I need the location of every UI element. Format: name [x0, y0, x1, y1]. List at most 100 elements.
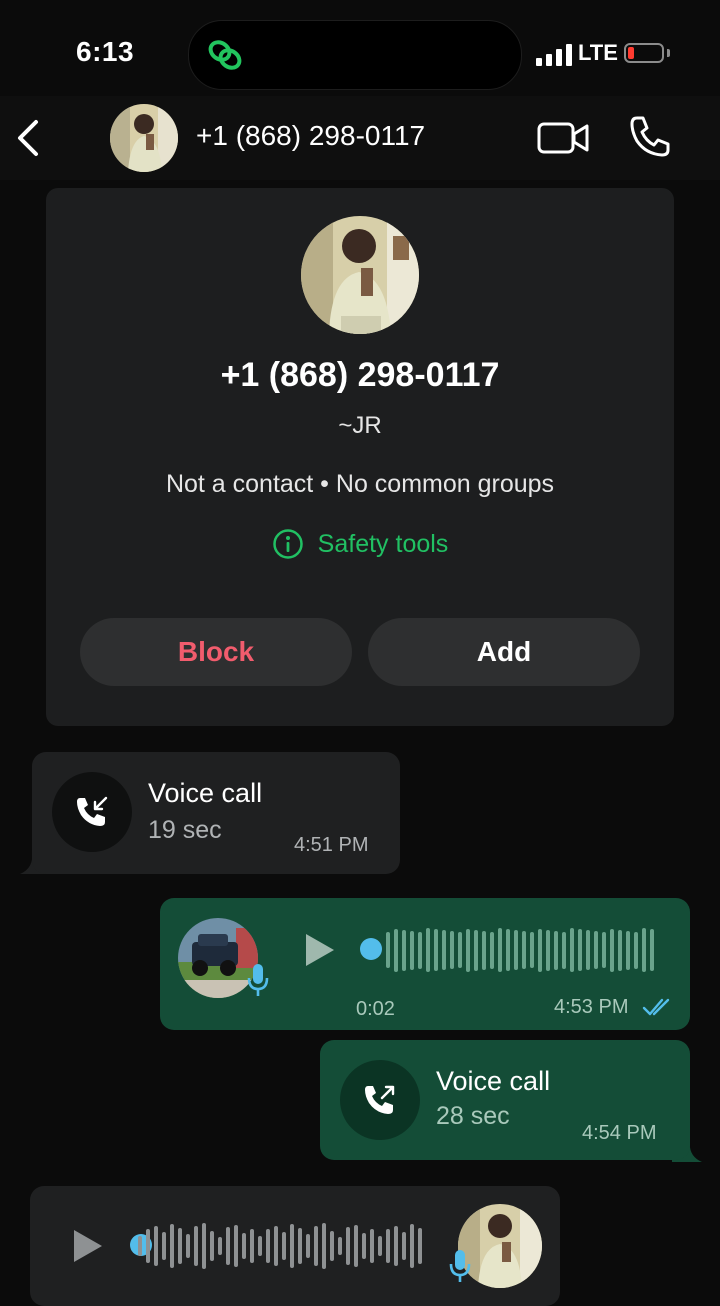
block-button[interactable]: Block — [80, 618, 352, 686]
waveform-bar — [602, 932, 606, 968]
waveform-bar — [274, 1226, 278, 1266]
voice-waveform[interactable] — [138, 1222, 422, 1270]
call-title: Voice call — [148, 778, 263, 808]
waveform-bar — [386, 1229, 390, 1263]
voice-duration: 0:02 — [356, 998, 395, 1020]
waveform-bar — [538, 928, 542, 972]
waveform-bar — [402, 929, 406, 971]
profile-phone: +1 (868) 298-0117 — [220, 356, 500, 394]
call-icon-circle — [340, 1060, 420, 1140]
waveform-bar — [386, 932, 390, 968]
waveform-bar — [242, 1233, 246, 1259]
safety-tools-link[interactable]: Safety tools — [46, 528, 674, 567]
waveform-bar — [338, 1237, 342, 1255]
waveform-bar — [314, 1226, 318, 1266]
message-time: 4:53 PM — [554, 996, 629, 1018]
incoming-call-icon — [77, 796, 108, 826]
waveform-bar — [138, 1236, 142, 1256]
signal-icon — [536, 44, 572, 66]
waveform-bar — [490, 931, 494, 969]
message-time: 4:54 PM — [582, 1122, 657, 1144]
waveform-bar — [186, 1234, 190, 1258]
waveform-bar — [402, 1232, 406, 1260]
waveform-bar — [410, 1224, 414, 1268]
waveform-bar — [650, 929, 654, 971]
waveform-bar — [618, 929, 622, 971]
waveform-bar — [170, 1224, 174, 1268]
waveform-bar — [506, 929, 510, 971]
waveform-bar — [570, 928, 574, 972]
waveform-bar — [626, 930, 630, 970]
waveform-bar — [258, 1236, 262, 1256]
waveform-bar — [586, 930, 590, 970]
waveform-bar — [554, 930, 558, 970]
waveform-bar — [394, 1226, 398, 1266]
waveform-bar — [154, 1226, 158, 1266]
waveform-bar — [450, 931, 454, 969]
waveform-bar — [610, 928, 614, 972]
microphone-icon — [449, 1250, 471, 1282]
waveform-bar — [210, 1231, 214, 1261]
play-icon[interactable] — [72, 1228, 104, 1264]
waveform-bar — [562, 931, 566, 969]
waveform-bar — [442, 930, 446, 970]
waveform-bar — [266, 1229, 270, 1263]
chevron-left-icon[interactable] — [14, 118, 44, 158]
dynamic-island — [188, 20, 522, 90]
profile-name: ~JR — [338, 412, 382, 439]
waveform-bar — [514, 930, 518, 970]
voice-message-outgoing[interactable]: 0:02 4:53 PM — [160, 898, 690, 1030]
chat-title[interactable]: +1 (868) 298-0117 — [196, 120, 425, 152]
voice-waveform[interactable] — [386, 926, 654, 974]
waveform-bar — [434, 929, 438, 971]
call-icon-circle — [52, 772, 132, 852]
waveform-bar — [218, 1237, 222, 1255]
info-icon — [272, 529, 303, 559]
waveform-bar — [202, 1223, 206, 1269]
voice-message-incoming[interactable] — [30, 1186, 560, 1306]
message-time: 4:51 PM — [294, 834, 369, 856]
add-contact-button[interactable]: Add — [368, 618, 640, 686]
waveform-bar — [482, 930, 486, 970]
waveform-bar — [578, 929, 582, 971]
play-icon[interactable] — [304, 932, 336, 968]
waveform-bar — [234, 1225, 238, 1267]
waveform-bar — [330, 1231, 334, 1261]
waveform-bar — [426, 928, 430, 972]
waveform-bar — [522, 931, 526, 969]
waveform-bar — [378, 1236, 382, 1256]
call-message-outgoing[interactable]: Voice call 28 sec 4:54 PM — [320, 1040, 690, 1160]
outgoing-call-icon — [365, 1085, 395, 1114]
waveform-bar — [362, 1233, 366, 1259]
waveform-bar — [162, 1232, 166, 1260]
waveform-bar — [546, 929, 550, 971]
waveform-bar — [146, 1229, 150, 1263]
waveform-bar — [178, 1228, 182, 1264]
battery-icon — [624, 43, 664, 63]
video-camera-icon[interactable] — [536, 118, 590, 158]
waveform-bar — [634, 931, 638, 969]
playback-position-dot[interactable] — [360, 938, 382, 960]
call-title: Voice call — [436, 1066, 551, 1096]
waveform-bar — [530, 932, 534, 968]
waveform-bar — [298, 1228, 302, 1264]
contact-avatar[interactable] — [110, 104, 178, 172]
phone-icon[interactable] — [628, 114, 672, 158]
waveform-bar — [394, 928, 398, 972]
call-message-incoming[interactable]: Voice call 19 sec 4:51 PM — [32, 752, 400, 874]
link-rings-icon — [208, 40, 242, 70]
waveform-bar — [498, 928, 502, 972]
profile-meta: Not a contact • No common groups — [165, 470, 555, 498]
waveform-bar — [194, 1226, 198, 1266]
call-duration: 28 sec — [436, 1102, 510, 1130]
waveform-bar — [466, 928, 470, 972]
network-label: LTE — [578, 40, 618, 65]
waveform-bar — [370, 1229, 374, 1263]
waveform-bar — [410, 930, 414, 970]
waveform-bar — [306, 1234, 310, 1258]
waveform-bar — [642, 928, 646, 972]
battery-tip — [667, 49, 670, 57]
profile-avatar[interactable] — [301, 216, 419, 334]
waveform-bar — [418, 1228, 422, 1264]
waveform-bar — [290, 1224, 294, 1268]
